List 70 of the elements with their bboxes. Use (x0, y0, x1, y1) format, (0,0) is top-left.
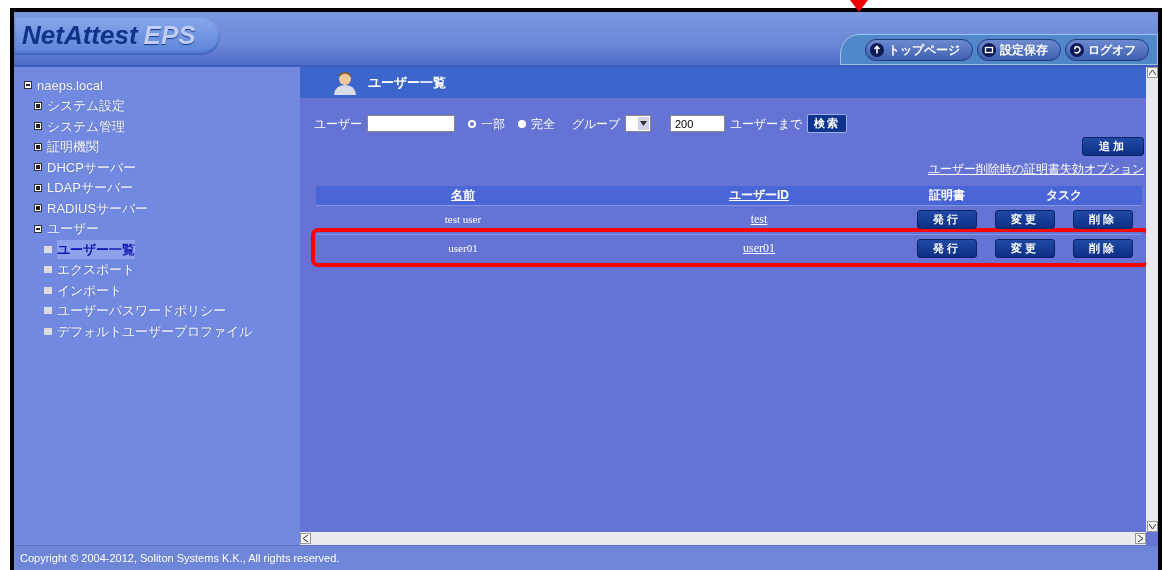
scroll-down-icon[interactable] (1146, 521, 1158, 532)
tree-item[interactable]: naeps.local (37, 75, 103, 95)
add-button[interactable]: 追加 (1082, 137, 1144, 156)
bullet-icon (44, 266, 52, 274)
table-cell: user01 (316, 234, 610, 261)
column-header: 証明書 (908, 186, 986, 205)
radio-label: 完全 (531, 115, 555, 133)
bullet-icon (44, 307, 52, 315)
tree-item[interactable]: システム設定 (47, 96, 125, 116)
action-button[interactable]: 削除 (1073, 209, 1133, 229)
vertical-scrollbar[interactable] (1146, 67, 1158, 532)
pointer-arrow-icon (850, 0, 868, 12)
radio-label: 一部 (481, 115, 505, 133)
tree-item[interactable]: ユーザー (47, 219, 99, 239)
scroll-up-icon[interactable] (1146, 67, 1158, 78)
action-button[interactable]: 変更 (995, 238, 1055, 258)
search-button[interactable]: 検索 (807, 114, 847, 133)
horizontal-scrollbar[interactable] (300, 532, 1146, 545)
nav-button[interactable]: ログオフ (1065, 39, 1149, 61)
radio-button[interactable] (468, 119, 476, 128)
tree-item[interactable]: 証明機関 (47, 137, 99, 157)
bullet-icon (44, 245, 52, 253)
column-header: タスク (986, 186, 1142, 205)
tree-toggle-icon[interactable] (34, 163, 42, 172)
tree-toggle-icon[interactable] (34, 142, 42, 151)
tree-item[interactable]: ユーザーパスワードポリシー (57, 301, 226, 321)
scroll-left-icon[interactable] (300, 533, 311, 544)
bullet-icon (44, 286, 52, 294)
tree-item[interactable]: DHCPサーバー (47, 157, 136, 177)
action-button[interactable]: 削除 (1073, 238, 1133, 258)
user-search-field[interactable] (367, 115, 455, 132)
tree-item[interactable]: RADIUSサーバー (47, 198, 149, 218)
action-button[interactable]: 発行 (917, 209, 977, 229)
field-label: ユーザーまで (730, 115, 802, 133)
tree-toggle-icon[interactable] (34, 122, 42, 131)
tree-item[interactable]: システム管理 (47, 116, 125, 136)
user-icon (332, 70, 358, 95)
user-id-link[interactable]: test (750, 210, 768, 228)
scroll-right-icon[interactable] (1135, 533, 1146, 544)
tree-toggle-icon[interactable] (24, 81, 32, 90)
tree-toggle-icon[interactable] (34, 224, 42, 233)
table-cell: test user (316, 205, 610, 232)
revoke-option-link[interactable]: ユーザー削除時の証明書失効オプション (928, 160, 1144, 178)
user-id-link[interactable]: user01 (743, 239, 775, 257)
page-title: ユーザー一覧 (368, 73, 446, 92)
action-button[interactable]: 変更 (995, 209, 1055, 229)
column-header[interactable]: ユーザーID (610, 186, 908, 205)
limit-field[interactable]: 200 (670, 115, 725, 132)
tree-item[interactable]: エクスポート (57, 260, 135, 280)
group-dropdown[interactable] (625, 115, 651, 132)
tree-toggle-icon[interactable] (34, 101, 42, 110)
radio-button[interactable] (518, 119, 526, 128)
nav-button[interactable]: 設定保存 (977, 39, 1061, 61)
column-header[interactable]: 名前 (316, 186, 610, 205)
tree-item[interactable]: ユーザー一覧 (57, 239, 135, 259)
tree-toggle-icon[interactable] (34, 183, 42, 192)
tree-item[interactable]: デフォルトユーザープロファイル (57, 321, 252, 341)
up-arrow-icon (870, 43, 884, 57)
logo: NetAttest EPS (14, 18, 220, 55)
tree-item[interactable]: インポート (57, 280, 122, 300)
field-label: ユーザー (314, 115, 362, 133)
tree-item[interactable]: LDAPサーバー (47, 178, 133, 198)
bullet-icon (44, 327, 52, 335)
nav-button[interactable]: トップページ (865, 39, 973, 61)
folder-icon (982, 43, 996, 57)
tree-toggle-icon[interactable] (34, 204, 42, 213)
field-label: グループ (572, 115, 620, 133)
caret-icon (640, 121, 647, 126)
action-button[interactable]: 発行 (917, 238, 977, 258)
return-icon (1070, 43, 1084, 57)
